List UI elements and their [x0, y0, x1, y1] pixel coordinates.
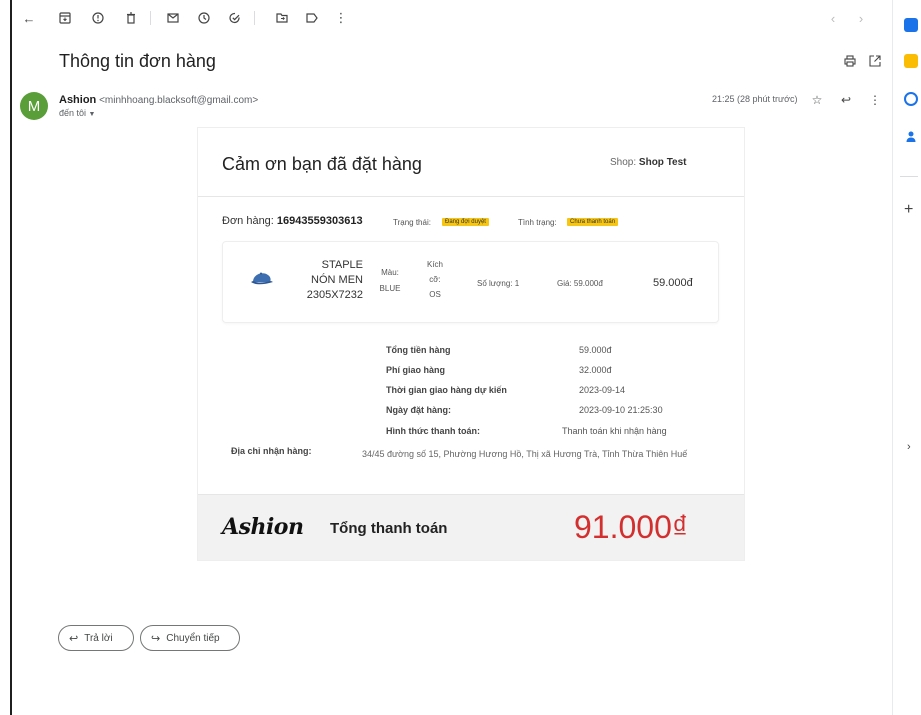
product-unit-price: Giá: 59.000đ	[557, 279, 603, 288]
sender-email: <minhhoang.blacksoft@gmail.com>	[99, 95, 259, 106]
forward-icon: ↪	[151, 632, 161, 645]
card-footer: Ashion Tổng thanh toán 91.000₫	[198, 494, 744, 560]
archive-icon[interactable]	[56, 9, 74, 27]
order-id-line: Đơn hàng: 16943559303613	[222, 215, 363, 227]
star-icon[interactable]: ☆	[809, 92, 825, 108]
order-email-card: Cảm ơn bạn đã đặt hàng Shop: Shop Test Đ…	[197, 127, 745, 561]
prev-icon[interactable]: ‹	[824, 9, 842, 27]
message-toolbar: ← ⋮ ‹ ›	[12, 0, 892, 36]
size-label: cỡ:	[429, 275, 441, 284]
shop-name: Shop Test	[638, 157, 687, 168]
add-addon-icon[interactable]: +	[904, 201, 913, 219]
snooze-icon[interactable]	[195, 9, 213, 27]
sender-line[interactable]: Ashion <minhhoang.blacksoft@gmail.com>	[59, 94, 258, 106]
summary-label: Tổng tiền hàng	[386, 345, 451, 355]
recipient-label: đến tôi	[59, 108, 87, 118]
status-label: Trạng thái:	[393, 218, 431, 227]
summary-label: Phí giao hàng	[386, 365, 446, 375]
size-label: Kích	[426, 260, 443, 269]
summary-label: Thời gian giao hàng dự kiến	[386, 385, 507, 395]
toolbar-divider	[254, 11, 255, 25]
forward-button[interactable]: ↪ Chuyển tiếp	[140, 625, 240, 651]
sender-name: Ashion	[59, 94, 97, 106]
summary-label: Hình thức thanh toán:	[386, 426, 481, 436]
calendar-icon[interactable]	[904, 18, 918, 32]
mark-unread-icon[interactable]	[164, 9, 182, 27]
brand-logo: Ashion	[222, 514, 304, 540]
color-value: BLUE	[379, 284, 401, 293]
expand-panel-icon[interactable]: ›	[907, 441, 911, 453]
print-icon[interactable]	[841, 52, 859, 70]
order-item: STAPLE NÓN MEN 2305X7232 Màu: BLUE Kích …	[222, 241, 719, 323]
open-new-window-icon[interactable]	[866, 52, 884, 70]
summary-value: 2023-09-14	[579, 385, 626, 395]
keep-icon[interactable]	[904, 54, 918, 68]
forward-label: Chuyển tiếp	[166, 632, 220, 644]
total-value: 91.000₫	[574, 509, 689, 545]
summary-value: Thanh toán khi nhận hàng	[562, 426, 667, 436]
summary-label: Ngày đặt hàng:	[386, 405, 452, 415]
label-icon[interactable]	[303, 9, 321, 27]
message-time: 21:25 (28 phút trước)	[712, 94, 798, 104]
status-badge: Đang đợi duyệt	[442, 218, 489, 226]
total-label: Tổng thanh toán	[330, 520, 448, 537]
delete-icon[interactable]	[122, 9, 140, 27]
thanks-heading: Cảm ơn bạn đã đặt hàng	[222, 154, 422, 174]
next-icon[interactable]: ›	[852, 9, 870, 27]
reply-button[interactable]: ↩ Trả lời	[58, 625, 134, 651]
payment-state-badge: Chưa thanh toán	[567, 218, 619, 226]
back-arrow-icon[interactable]: ←	[20, 9, 38, 27]
product-name-line: NÓN MEN	[311, 274, 363, 286]
payment-state-label: Tình trạng:	[518, 218, 557, 227]
shop-label: Shop:	[610, 157, 637, 168]
product-name-line: 2305X7232	[306, 289, 363, 301]
add-task-icon[interactable]	[226, 9, 244, 27]
product-name: STAPLE NÓN MEN 2305X7232	[293, 258, 363, 303]
card-header: Cảm ơn bạn đã đặt hàng Shop: Shop Test	[198, 128, 744, 197]
contacts-icon[interactable]	[904, 130, 918, 144]
summary-value: 2023-09-10 21:25:30	[579, 405, 663, 415]
product-image	[249, 270, 275, 288]
toolbar-divider	[150, 11, 151, 25]
report-icon[interactable]	[89, 9, 107, 27]
product-quantity: Số lượng: 1	[477, 279, 520, 288]
shop-info: Shop: Shop Test	[610, 157, 687, 168]
recipient-dropdown[interactable]: đến tôi ▼	[59, 108, 95, 118]
product-color: Màu: BLUE	[377, 267, 403, 295]
chevron-down-icon: ▼	[88, 111, 96, 118]
more-vert-icon[interactable]: ⋮	[332, 9, 350, 27]
address-value: 34/45 đường số 15, Phường Hương Hồ, Thị …	[362, 449, 688, 459]
side-divider	[900, 176, 918, 177]
tasks-icon[interactable]	[904, 92, 918, 106]
size-value: OS	[429, 290, 441, 299]
product-size: Kích cỡ: OS	[423, 259, 447, 301]
reply-icon: ↩	[69, 632, 79, 645]
summary-value: 59.000đ	[579, 345, 612, 355]
summary-value: 32.000đ	[579, 365, 612, 375]
order-label: Đơn hàng:	[222, 215, 274, 227]
product-line-total: 59.000đ	[653, 277, 693, 289]
order-id: 16943559303613	[276, 215, 363, 227]
address-label: Địa chỉ nhận hàng:	[231, 446, 312, 456]
reply-label: Trả lời	[84, 632, 113, 644]
reply-icon[interactable]: ↩	[838, 92, 854, 108]
move-icon[interactable]	[273, 9, 291, 27]
product-name-line: STAPLE	[321, 259, 363, 271]
color-label: Màu:	[381, 268, 399, 277]
avatar[interactable]: M	[20, 92, 48, 120]
email-subject: Thông tin đơn hàng	[59, 51, 216, 71]
more-vert-icon[interactable]: ⋮	[867, 92, 883, 108]
